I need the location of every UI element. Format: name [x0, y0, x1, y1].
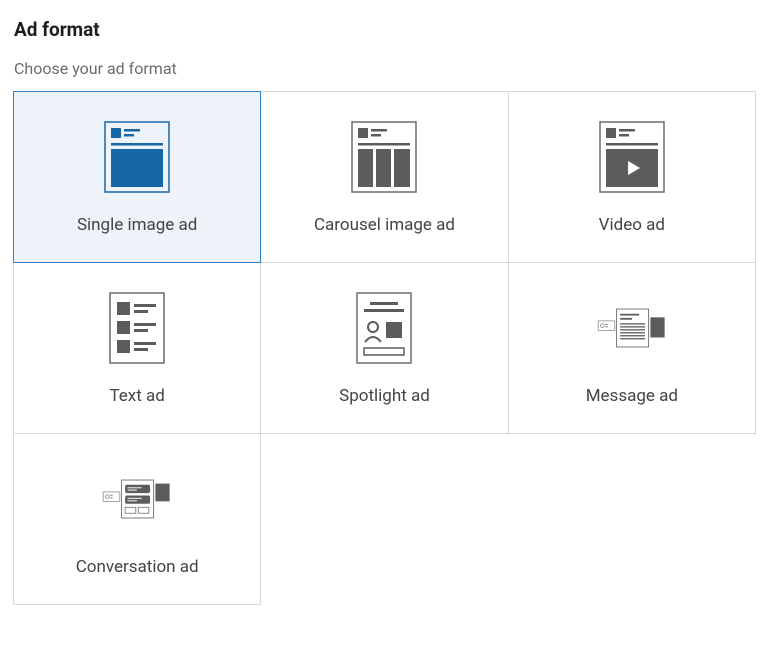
ad-format-label: Video ad — [599, 215, 665, 235]
ad-format-label: Single image ad — [77, 215, 197, 235]
page-title: Ad format — [14, 18, 756, 41]
ad-format-label: Spotlight ad — [339, 386, 430, 406]
single-image-icon — [102, 119, 172, 195]
ad-format-grid: Single image ad Carousel image ad — [14, 92, 756, 605]
ad-format-video[interactable]: Video ad — [508, 91, 756, 263]
ad-format-label: Conversation ad — [76, 557, 199, 577]
video-icon — [597, 119, 667, 195]
message-icon — [597, 290, 667, 366]
spotlight-icon — [349, 290, 419, 366]
ad-format-spotlight[interactable]: Spotlight ad — [260, 262, 508, 434]
ad-format-single-image[interactable]: Single image ad — [13, 91, 261, 263]
carousel-icon — [349, 119, 419, 195]
ad-format-label: Message ad — [586, 386, 678, 406]
conversation-icon — [102, 461, 172, 537]
ad-format-label: Carousel image ad — [314, 215, 455, 235]
ad-format-message[interactable]: Message ad — [508, 262, 756, 434]
ad-format-carousel[interactable]: Carousel image ad — [260, 91, 508, 263]
ad-format-text[interactable]: Text ad — [13, 262, 261, 434]
ad-format-label: Text ad — [109, 386, 164, 406]
ad-format-conversation[interactable]: Conversation ad — [13, 433, 261, 605]
text-ad-icon — [102, 290, 172, 366]
section-subtitle: Choose your ad format — [14, 59, 756, 78]
